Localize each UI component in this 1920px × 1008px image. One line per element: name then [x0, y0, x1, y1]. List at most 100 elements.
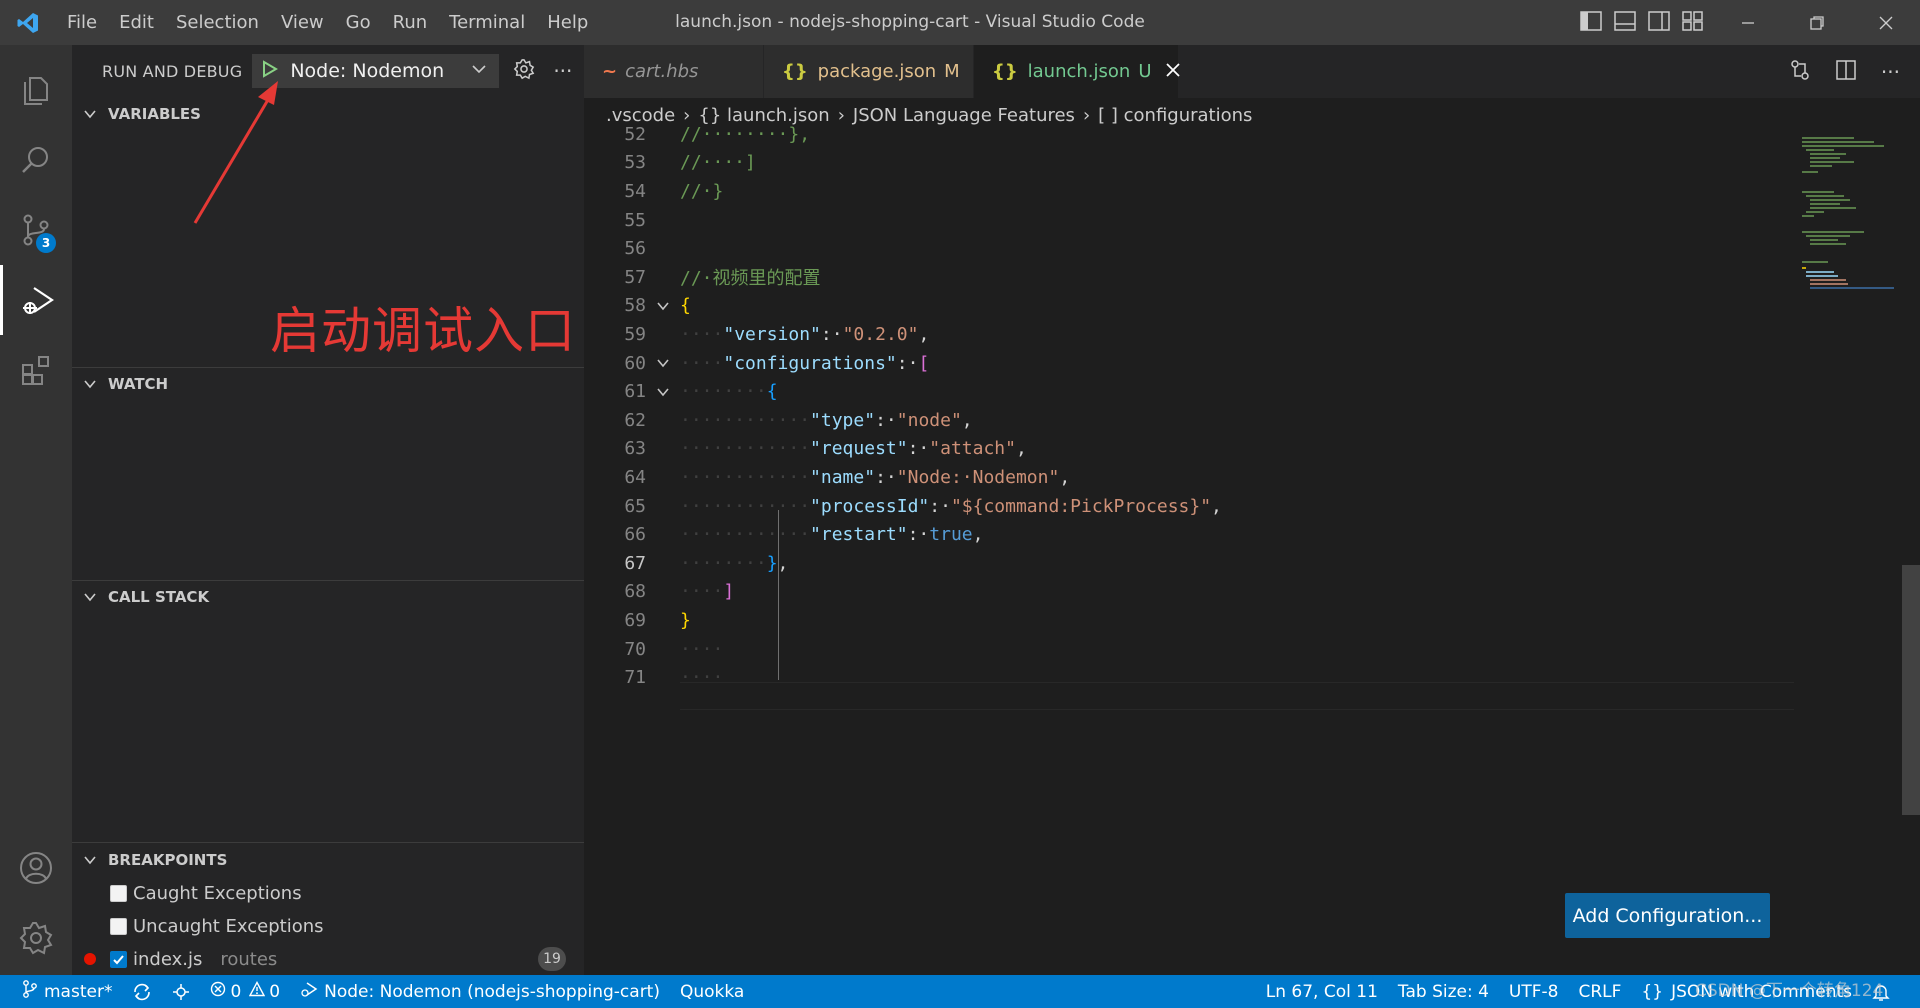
code-token: , [1211, 495, 1222, 517]
more-actions-icon[interactable]: ··· [1881, 60, 1900, 84]
code-line[interactable]: 58 { [584, 292, 1794, 321]
title-bar: File Edit Selection View Go Run Terminal… [0, 0, 1920, 45]
toggle-secondary-sidebar-icon[interactable] [1648, 10, 1670, 35]
code-line[interactable]: 60 ····"configurations":·[ [584, 349, 1794, 378]
uncaught-exceptions-checkbox[interactable] [110, 917, 127, 935]
code-line[interactable]: 61 ········{ [584, 377, 1794, 406]
vertical-scrollbar-track[interactable] [1902, 132, 1920, 975]
breakpoint-checkbox[interactable] [110, 950, 127, 968]
code-line[interactable]: 62 ············"type":·"node", [584, 406, 1794, 435]
annotation-text: 启动调试入口 [270, 302, 576, 360]
sync-icon[interactable] [122, 975, 162, 1008]
explorer-icon[interactable] [0, 55, 72, 125]
code-line[interactable]: 63 ············"request":·"attach", [584, 435, 1794, 464]
code-editor[interactable]: 52 //········}, 53 //····] 54 //·} 55 56 57 //·视频… [584, 124, 1794, 975]
tab-launch-json[interactable]: {} launch.json U [974, 45, 1180, 98]
vertical-scrollbar-thumb[interactable] [1902, 565, 1920, 815]
code-line[interactable]: 66 ············"restart":·true, [584, 520, 1794, 549]
code-line[interactable]: 52 //········}, [584, 120, 1794, 149]
quokka-status[interactable]: Quokka [670, 975, 754, 1008]
tab-package-json[interactable]: {} package.json M [764, 45, 974, 98]
fold-chevron-icon[interactable] [646, 385, 680, 399]
fold-chevron-icon[interactable] [646, 299, 680, 313]
code-token: [ [918, 352, 930, 374]
encoding-status[interactable]: UTF-8 [1499, 975, 1569, 1008]
debug-ports-icon[interactable] [162, 975, 200, 1008]
search-icon[interactable] [0, 125, 72, 195]
more-actions-icon[interactable]: ··· [553, 59, 572, 83]
tab-size-status[interactable]: Tab Size: 4 [1388, 975, 1499, 1008]
open-launch-json-gear-icon[interactable] [513, 58, 535, 84]
cursor-position-status[interactable]: Ln 67, Col 11 [1256, 975, 1388, 1008]
code-token: :· [820, 323, 843, 345]
code-line[interactable]: 65 ············"processId":·"${command:Pi… [584, 492, 1794, 521]
accounts-icon[interactable] [0, 833, 72, 903]
code-token: , [972, 524, 984, 546]
code-token: ········ [680, 552, 767, 574]
line-number: 52 [624, 123, 646, 145]
code-line[interactable]: 56 [584, 234, 1794, 263]
chevron-down-icon [80, 853, 100, 867]
menu-view[interactable]: View [270, 0, 335, 45]
menu-go[interactable]: Go [335, 0, 382, 45]
code-line[interactable]: 69} [584, 606, 1794, 635]
code-line[interactable]: 57 //·视频里的配置 [584, 263, 1794, 292]
code-line[interactable]: 55 [584, 206, 1794, 235]
eol-status[interactable]: CRLF [1568, 975, 1631, 1008]
code-line[interactable]: 53 //····] [584, 149, 1794, 178]
debug-target-status[interactable]: Node: Nodemon (nodejs-shopping-cart) [290, 975, 670, 1008]
source-control-icon[interactable]: 3 [0, 195, 72, 265]
code-line[interactable]: 70 ···· [584, 635, 1794, 664]
run-and-debug-sidebar: RUN AND DEBUG Node: Nodemon ··· VARIABLE… [72, 45, 584, 975]
code-text: ····"configurations":·[ [680, 353, 929, 374]
menu-edit[interactable]: Edit [108, 0, 165, 45]
menu-help[interactable]: Help [536, 0, 599, 45]
minimap[interactable] [1794, 132, 1902, 975]
menu-terminal[interactable]: Terminal [438, 0, 536, 45]
code-line[interactable]: 71 ···· [584, 663, 1794, 692]
run-and-debug-icon[interactable] [0, 265, 72, 335]
close-tab-icon[interactable] [1165, 61, 1180, 82]
extensions-icon[interactable] [0, 335, 72, 405]
watch-section-header[interactable]: WATCH [72, 367, 584, 401]
line-number: 60 [624, 352, 646, 374]
toggle-panel-icon[interactable] [1614, 10, 1636, 35]
debug-configuration-name[interactable]: Node: Nodemon [290, 60, 471, 82]
variables-section-header[interactable]: VARIABLES [72, 97, 584, 131]
menu-file[interactable]: File [56, 0, 108, 45]
line-number: 58 [624, 295, 646, 317]
restore-icon[interactable] [1782, 0, 1851, 45]
add-configuration-button[interactable]: Add Configuration... [1565, 893, 1770, 938]
customize-layout-icon[interactable] [1682, 10, 1704, 35]
split-editor-icon[interactable] [1835, 59, 1857, 85]
open-changes-icon[interactable] [1789, 59, 1811, 85]
toggle-primary-sidebar-icon[interactable] [1580, 10, 1602, 35]
code-line[interactable]: 54 //·} [584, 177, 1794, 206]
breakpoints-section-header[interactable]: BREAKPOINTS [72, 843, 584, 877]
breakpoint-dot-icon [84, 953, 96, 965]
code-token: "version" [723, 323, 821, 345]
minimize-icon[interactable] [1713, 0, 1782, 45]
uncaught-exceptions-label: Uncaught Exceptions [133, 915, 324, 937]
chevron-down-icon[interactable] [471, 61, 487, 81]
problems-status[interactable]: 0 0 [200, 975, 290, 1008]
caught-exceptions-checkbox[interactable] [110, 884, 127, 902]
code-line[interactable]: 68 ····] [584, 578, 1794, 607]
code-line[interactable]: 67 ········}, [584, 549, 1794, 578]
menu-run[interactable]: Run [382, 0, 439, 45]
breakpoint-row[interactable]: index.js routes 19 [72, 943, 584, 975]
manage-gear-icon[interactable] [0, 903, 72, 973]
breakpoint-file: index.js [133, 948, 203, 970]
code-token: //·} [680, 180, 724, 202]
fold-chevron-icon[interactable] [646, 356, 680, 370]
code-token: , [777, 552, 789, 574]
tab-cart-hbs[interactable]: ~ cart.hbs [584, 45, 764, 98]
code-line[interactable]: 59 ····"version":·"0.2.0", [584, 320, 1794, 349]
call-stack-section-header[interactable]: CALL STACK [72, 580, 584, 614]
code-token: :· [875, 409, 897, 431]
close-window-icon[interactable] [1851, 0, 1920, 45]
code-line[interactable]: 64 ············"name":·"Node:·Nodemon", [584, 463, 1794, 492]
branch-status[interactable]: master* [0, 975, 122, 1008]
line-number: 71 [624, 667, 646, 689]
menu-selection[interactable]: Selection [165, 0, 270, 45]
